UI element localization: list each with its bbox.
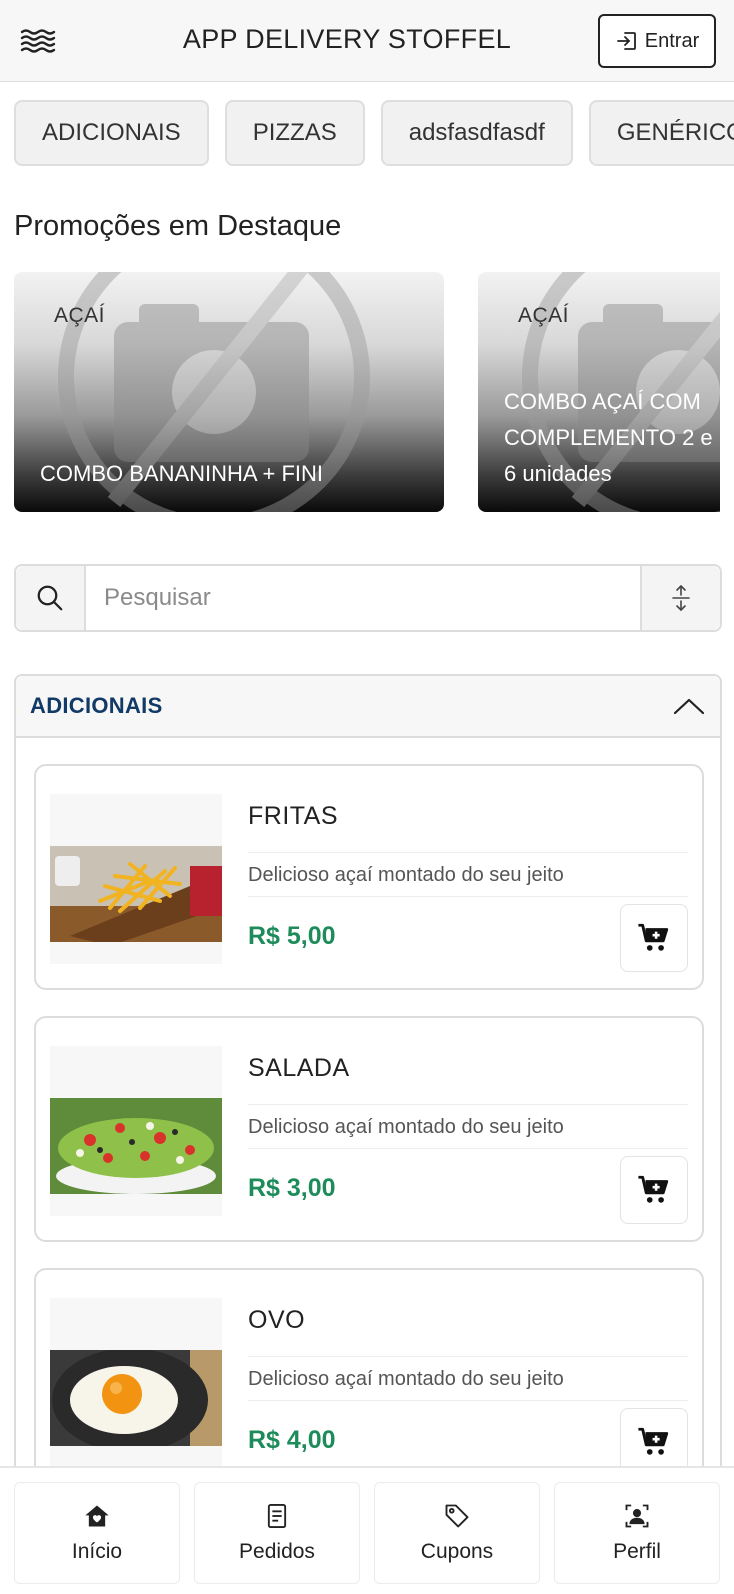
product-description: Delicioso açaí montado do seu jeito	[248, 864, 564, 886]
chevron-up-icon	[673, 698, 705, 715]
category-accordion: ADICIONAIS FRITAS Delicioso açaí montado…	[14, 674, 722, 1574]
category-chip-generico[interactable]: GENÉRICO	[588, 100, 734, 166]
promo-caption-line: COMPLEMENTO 2 e	[504, 425, 713, 450]
product-name: SALADA	[248, 1054, 350, 1082]
promo-card[interactable]: AÇAÍ COMBO BANANINHA + FINI	[14, 272, 444, 512]
fries-image	[50, 846, 222, 942]
tag-icon	[445, 1504, 469, 1528]
product-price: R$ 5,00	[248, 922, 336, 950]
nav-label: Perfil	[613, 1540, 661, 1563]
profile-icon	[625, 1504, 649, 1528]
search-icon-box[interactable]	[16, 566, 86, 630]
divider	[248, 1104, 688, 1105]
nav-label: Cupons	[420, 1540, 494, 1563]
search-bar	[14, 564, 722, 632]
promo-caption-line: COMBO BANANINHA + FINI	[40, 461, 323, 486]
search-input[interactable]	[88, 566, 628, 630]
app-title: APP DELIVERY STOFFEL	[182, 24, 512, 54]
divider	[248, 1400, 688, 1401]
add-to-cart-button[interactable]	[620, 1156, 688, 1224]
product-card[interactable]: OVO Delicioso açaí montado do seu jeito …	[34, 1268, 704, 1494]
nav-item-perfil[interactable]: Perfil	[554, 1482, 720, 1584]
product-price: R$ 4,00	[248, 1426, 336, 1454]
add-to-cart-icon	[638, 923, 669, 951]
promo-caption-line: 6 unidades	[504, 461, 612, 486]
product-name: FRITAS	[248, 802, 339, 830]
menu-icon	[20, 29, 56, 53]
sign-in-icon	[616, 32, 636, 50]
home-icon	[85, 1505, 109, 1527]
app-header: APP DELIVERY STOFFEL Entrar	[0, 0, 734, 82]
nav-item-inicio[interactable]: Início	[14, 1482, 180, 1584]
menu-button[interactable]	[18, 24, 60, 58]
search-icon	[37, 585, 63, 611]
sort-icon	[672, 585, 690, 611]
category-chip-pizzas[interactable]: PIZZAS	[224, 100, 365, 166]
divider	[248, 1148, 688, 1149]
product-image	[50, 1298, 222, 1468]
nav-label: Pedidos	[239, 1540, 315, 1563]
product-image	[50, 794, 222, 964]
promo-caption: COMBO AÇAÍ COM COMPLEMENTO 2 e 6 unidade…	[504, 384, 713, 492]
promotions-carousel: AÇAÍ COMBO BANANINHA + FINI AÇAÍ COMBO A…	[14, 272, 720, 512]
add-to-cart-icon	[638, 1175, 669, 1203]
product-card[interactable]: FRITAS Delicioso açaí montado do seu jei…	[34, 764, 704, 990]
salad-image	[50, 1098, 222, 1194]
login-label: Entrar	[644, 29, 700, 52]
add-to-cart-button[interactable]	[620, 904, 688, 972]
divider	[248, 896, 688, 897]
product-description: Delicioso açaí montado do seu jeito	[248, 1116, 564, 1138]
promo-caption: COMBO BANANINHA + FINI	[40, 456, 323, 492]
accordion-title: ADICIONAIS	[30, 693, 163, 718]
product-card[interactable]: SALADA Delicioso açaí montado do seu jei…	[34, 1016, 704, 1242]
category-chips: ADICIONAIS PIZZAS adsfasdfasdf GENÉRICO	[14, 100, 734, 166]
promo-card[interactable]: AÇAÍ COMBO AÇAÍ COM COMPLEMENTO 2 e 6 un…	[478, 272, 720, 512]
egg-image	[50, 1350, 222, 1446]
product-description: Delicioso açaí montado do seu jeito	[248, 1368, 564, 1390]
category-chip-adicionais[interactable]: ADICIONAIS	[14, 100, 209, 166]
receipt-icon	[267, 1503, 287, 1529]
divider	[248, 1356, 688, 1357]
product-price: R$ 3,00	[248, 1174, 336, 1202]
sort-button[interactable]	[640, 566, 720, 630]
promo-caption-line: COMBO AÇAÍ COM	[504, 389, 701, 414]
category-chip-adsfasdfasdf[interactable]: adsfasdfasdf	[380, 100, 573, 166]
bottom-navigation: Início Pedidos Cupons Perfil	[0, 1466, 734, 1594]
promotions-title: Promoções em Destaque	[14, 210, 342, 242]
promo-category-badge: AÇAÍ	[518, 304, 570, 327]
login-button[interactable]: Entrar	[598, 14, 716, 68]
promo-category-badge: AÇAÍ	[54, 304, 106, 327]
nav-label: Início	[71, 1540, 123, 1563]
product-name: OVO	[248, 1306, 306, 1334]
accordion-header[interactable]: ADICIONAIS	[16, 676, 720, 738]
add-to-cart-icon	[638, 1427, 669, 1455]
nav-item-pedidos[interactable]: Pedidos	[194, 1482, 360, 1584]
nav-item-cupons[interactable]: Cupons	[374, 1482, 540, 1584]
divider	[248, 852, 688, 853]
product-image	[50, 1046, 222, 1216]
